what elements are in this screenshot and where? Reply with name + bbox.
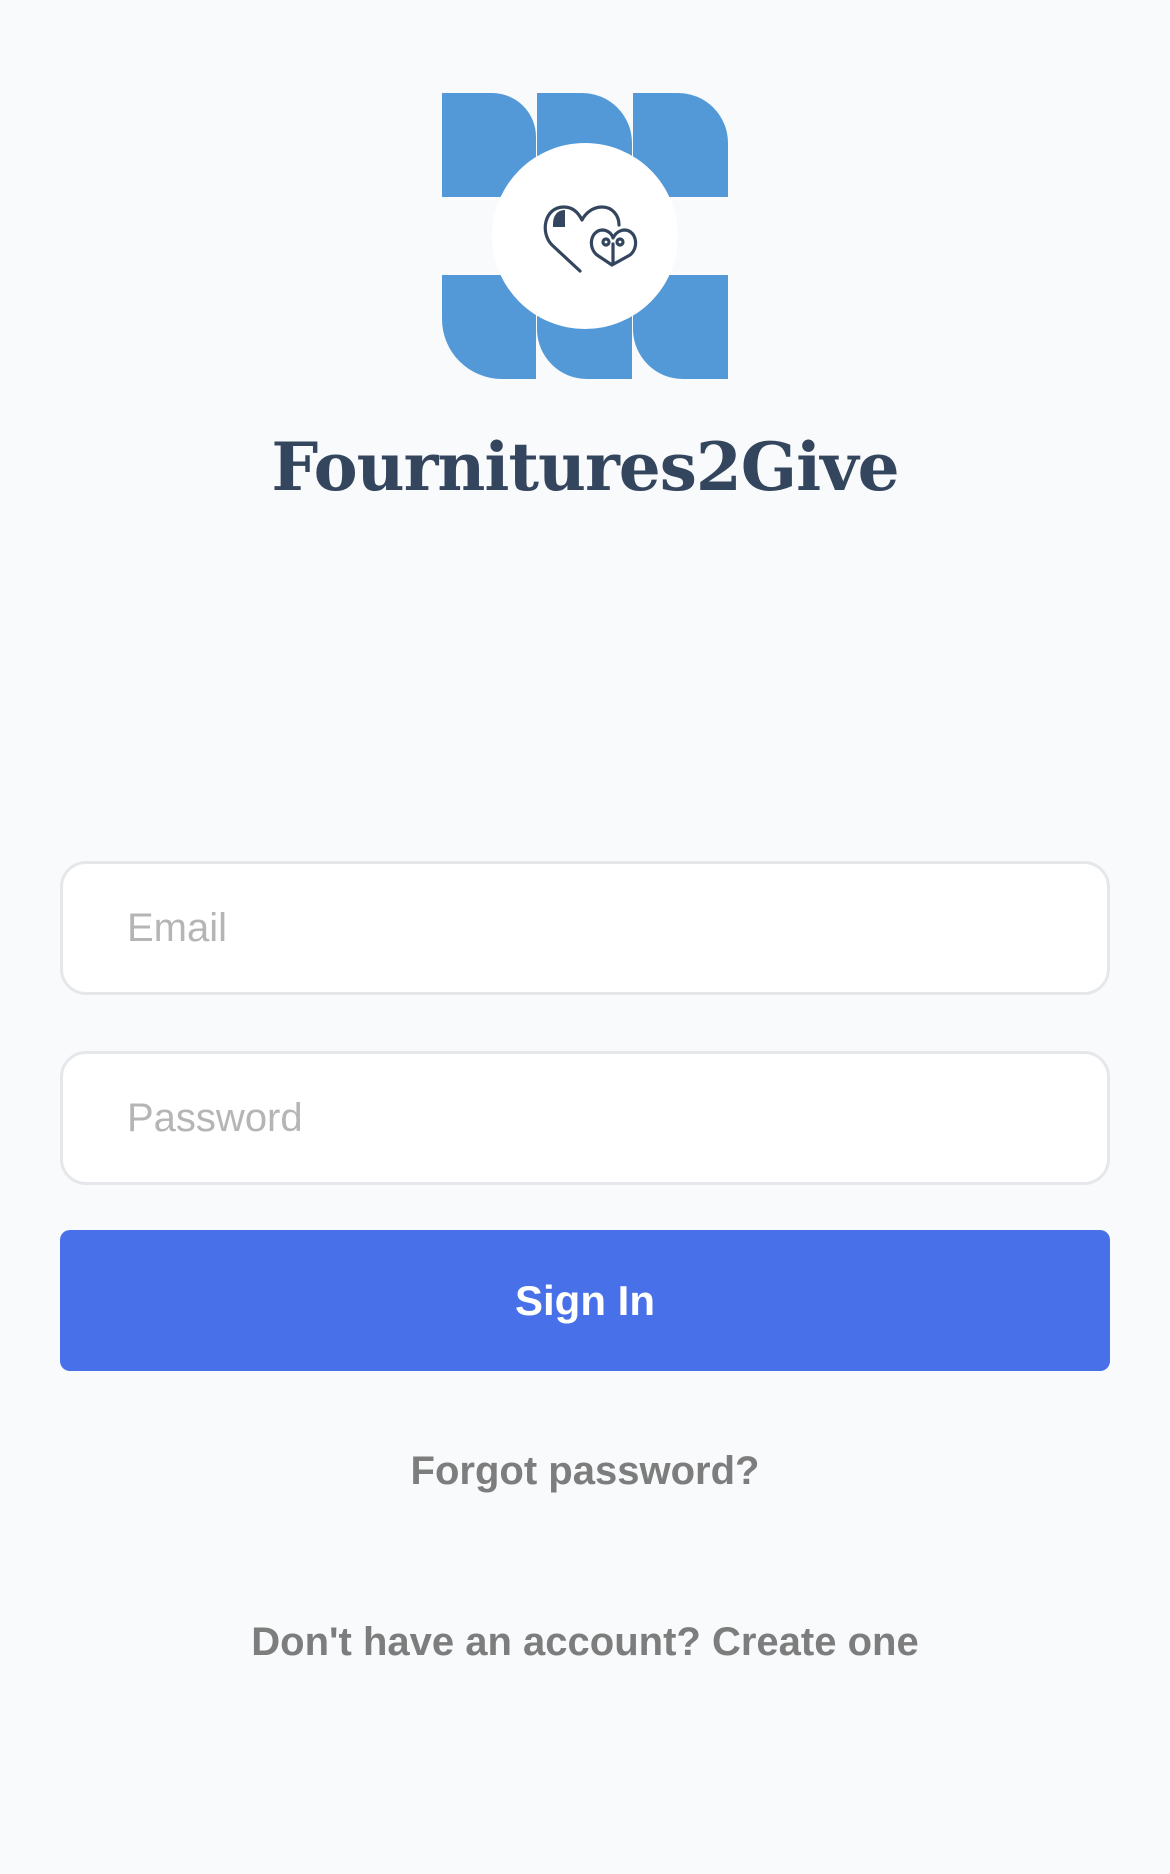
hearts-logo-icon: [442, 93, 728, 379]
password-field-container: [60, 1051, 1110, 1185]
email-field-container: [60, 861, 1110, 995]
email-input[interactable]: [63, 864, 1107, 992]
app-logo: [442, 93, 728, 379]
forgot-password-link[interactable]: Forgot password?: [0, 1446, 1170, 1496]
create-account-link[interactable]: Don't have an account? Create one: [0, 1617, 1170, 1667]
app-title: Fournitures2Give: [271, 428, 899, 506]
sign-in-button[interactable]: Sign In: [60, 1230, 1110, 1371]
password-input[interactable]: [63, 1054, 1107, 1182]
